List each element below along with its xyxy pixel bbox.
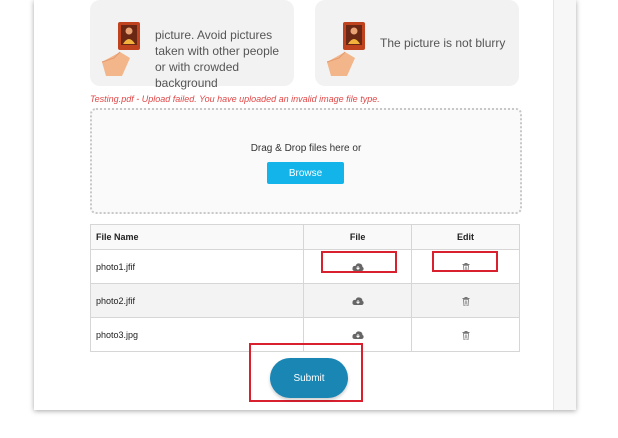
file-cell: [303, 283, 413, 318]
edit-cell: [411, 317, 520, 352]
trash-icon[interactable]: [462, 330, 470, 340]
cloud-download-icon[interactable]: [352, 296, 364, 306]
table-row: photo2.jfif: [89, 283, 520, 318]
file-name-cell: photo2.jfif: [89, 283, 305, 318]
scrollbar[interactable]: [553, 0, 576, 410]
file-name-cell: photo1.jfif: [89, 249, 305, 284]
cloud-download-icon[interactable]: [352, 330, 364, 340]
upload-error-message: Testing.pdf - Upload failed. You have up…: [90, 94, 380, 104]
highlight-box-delete: [432, 251, 498, 272]
tip-card-not-blurry: The picture is not blurry: [315, 0, 519, 86]
submit-button[interactable]: Submit: [270, 358, 348, 398]
column-header-file: File: [303, 224, 413, 250]
hand-holding-photo-icon: [326, 22, 365, 76]
column-header-edit: Edit: [411, 224, 520, 250]
dropzone-text: Drag & Drop files here or: [250, 143, 362, 154]
file-dropzone[interactable]: Drag & Drop files here or Browse: [90, 108, 522, 214]
tip-text: picture. Avoid pictures taken with other…: [155, 28, 280, 90]
tip-text: The picture is not blurry: [380, 36, 506, 50]
hand-holding-photo-icon: [101, 22, 140, 76]
uploaded-files-table: File Name File Edit photo1.jfif photo2.j…: [89, 224, 520, 352]
trash-icon[interactable]: [462, 296, 470, 306]
edit-cell: [411, 283, 520, 318]
tip-card-group-photo: picture. Avoid pictures taken with other…: [90, 0, 294, 90]
highlight-box-download: [321, 251, 397, 273]
table-header-row: File Name File Edit: [89, 224, 520, 250]
column-header-file-name: File Name: [89, 224, 305, 250]
upload-panel: picture. Avoid pictures taken with other…: [34, 0, 576, 410]
panel-content: picture. Avoid pictures taken with other…: [34, 0, 554, 410]
browse-button[interactable]: Browse: [267, 162, 344, 184]
